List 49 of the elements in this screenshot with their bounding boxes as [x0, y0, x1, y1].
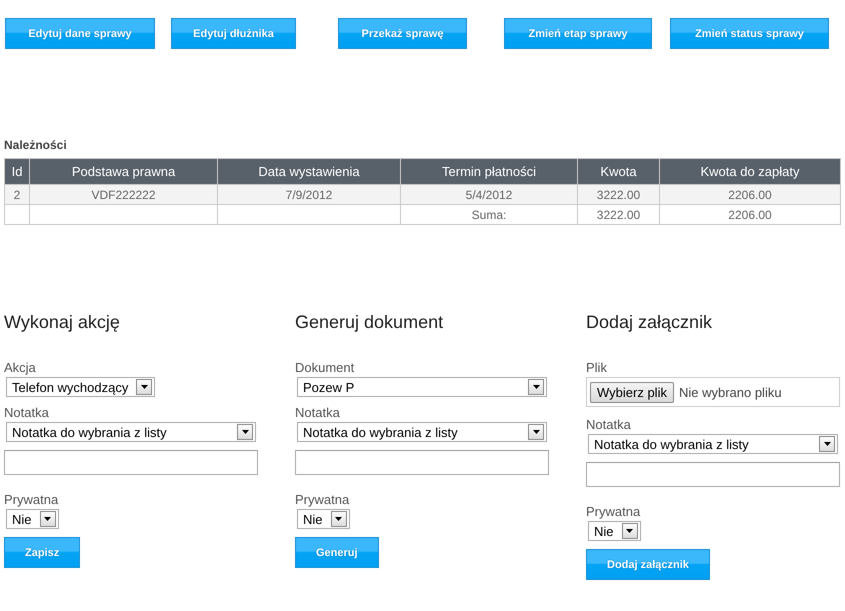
- section-title: Należności: [4, 138, 68, 152]
- dropdown[interactable]: Nie: [6, 509, 59, 529]
- dropdown-arrow-icon: [626, 529, 634, 533]
- dropdown-arrow-icon: [532, 430, 540, 434]
- field-label: Plik: [586, 360, 608, 375]
- dropdown[interactable]: Notatka do wybrania z listy: [6, 422, 256, 442]
- dropdown[interactable]: Pozew P: [297, 377, 547, 397]
- panel-title: Dodaj załącznik: [586, 311, 714, 333]
- panel-title: Generuj dokument: [295, 311, 444, 333]
- dropdown-arrow-icon: [532, 385, 540, 389]
- column-header: Termin płatności: [400, 158, 578, 184]
- input-field[interactable]: [295, 450, 549, 475]
- table-cell: 7/9/2012: [218, 184, 400, 204]
- input-field[interactable]: [586, 462, 840, 487]
- table-cell: 2206.00: [660, 184, 840, 204]
- file-status: Nie wybrano pliku: [678, 384, 782, 400]
- dropdown[interactable]: Nie: [588, 521, 641, 541]
- dropdown-arrow-icon: [242, 430, 248, 434]
- dropdown[interactable]: Telefon wychodzący: [6, 377, 156, 397]
- field-label: Notatka: [4, 405, 50, 420]
- dropdown-arrow-icon: [140, 385, 148, 389]
- field-label: Prywatna: [586, 504, 642, 519]
- dropdown-arrow-icon: [335, 517, 342, 521]
- table-cell: 3222.00: [578, 204, 660, 224]
- table-cell: 5/4/2012: [400, 184, 578, 204]
- panel-title: Wykonaj akcję: [4, 311, 121, 333]
- table-cell: VDF222222: [30, 184, 218, 204]
- column-header: Kwota do zapłaty: [660, 158, 840, 184]
- dropdown[interactable]: Notatka do wybrania z listy: [588, 434, 838, 454]
- table-cell: 2: [4, 184, 30, 204]
- table-cell: 3222.00: [578, 184, 660, 204]
- dropdown[interactable]: Notatka do wybrania z listy: [297, 422, 547, 442]
- dropdown[interactable]: Nie: [297, 509, 350, 529]
- column-header: Kwota: [578, 158, 660, 184]
- table-cell: Suma:: [400, 204, 578, 224]
- dropdown-arrow-icon: [44, 517, 52, 521]
- field-label: Prywatna: [295, 492, 350, 507]
- dropdown-arrow-icon: [824, 442, 830, 446]
- column-header: Id: [4, 158, 30, 184]
- column-header: Podstawa prawna: [30, 158, 218, 184]
- input-field[interactable]: [4, 450, 258, 475]
- field-label: Prywatna: [4, 492, 60, 507]
- field-label: Dokument: [295, 360, 356, 375]
- table-cell: 2206.00: [660, 204, 840, 224]
- choose-file-button[interactable]: Wybierz plik: [590, 382, 674, 402]
- field-label: Akcja: [4, 360, 37, 375]
- field-label: Notatka: [295, 405, 341, 420]
- column-header: Data wystawienia: [218, 158, 400, 184]
- field-label: Notatka: [586, 417, 632, 432]
